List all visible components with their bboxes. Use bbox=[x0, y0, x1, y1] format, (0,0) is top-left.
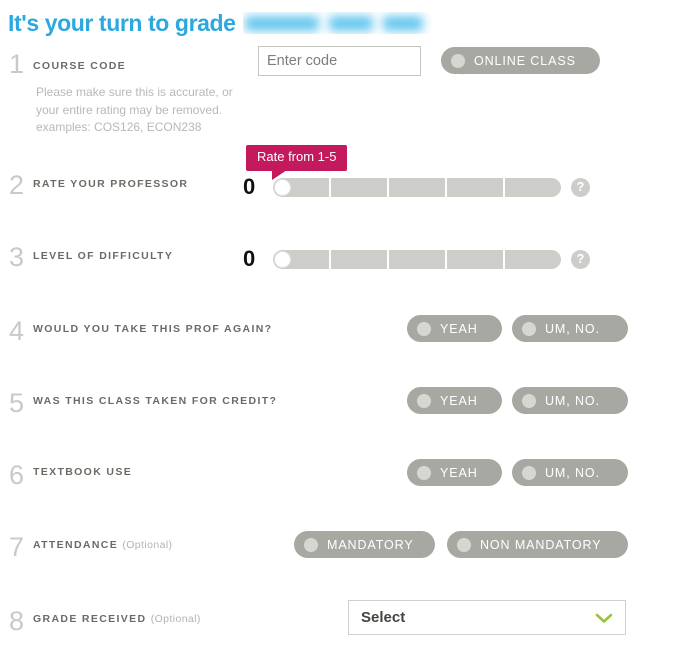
online-class-radio-dot bbox=[451, 53, 465, 68]
slider-segment[interactable] bbox=[505, 178, 561, 197]
option-label: MANDATORY bbox=[327, 537, 414, 552]
radio-dot bbox=[304, 537, 318, 552]
taken-for-credit-option-yeah[interactable]: YEAH bbox=[407, 387, 502, 414]
grade-received-select[interactable]: Select bbox=[348, 600, 626, 635]
option-label: UM, NO. bbox=[545, 465, 600, 480]
label-attendance: ATTENDANCE (Optional) bbox=[33, 539, 172, 551]
step-number-6: 6 bbox=[9, 460, 25, 490]
level-of-difficulty-value: 0 bbox=[243, 246, 256, 271]
label-course-code: COURSE CODE bbox=[33, 60, 127, 72]
slider-segment[interactable] bbox=[505, 250, 561, 269]
option-label: YEAH bbox=[440, 321, 478, 336]
step-number-7: 7 bbox=[9, 532, 25, 562]
slider-segment[interactable] bbox=[447, 178, 505, 197]
radio-dot bbox=[457, 537, 471, 552]
attendance-option-mandatory[interactable]: MANDATORY bbox=[294, 531, 435, 558]
taken-for-credit-option-no[interactable]: UM, NO. bbox=[512, 387, 628, 414]
take-prof-again-option-no[interactable]: UM, NO. bbox=[512, 315, 628, 342]
step-number-8: 8 bbox=[9, 606, 25, 636]
level-of-difficulty-slider-handle[interactable] bbox=[274, 251, 291, 268]
step-number-2: 2 bbox=[9, 170, 25, 200]
label-attendance-text: ATTENDANCE bbox=[33, 539, 119, 551]
online-class-label: ONLINE CLASS bbox=[474, 53, 576, 68]
option-label: NON MANDATORY bbox=[480, 537, 602, 552]
page-header: It's your turn to grade bbox=[8, 6, 688, 40]
take-prof-again-option-yeah[interactable]: YEAH bbox=[407, 315, 502, 342]
rate-professor-slider-handle[interactable] bbox=[274, 179, 291, 196]
option-label: YEAH bbox=[440, 465, 478, 480]
course-code-input[interactable] bbox=[259, 47, 462, 75]
radio-dot bbox=[417, 393, 431, 408]
slider-segment[interactable] bbox=[447, 250, 505, 269]
step-number-4: 4 bbox=[9, 316, 25, 346]
page-title: It's your turn to grade bbox=[8, 9, 236, 36]
step-number-3: 3 bbox=[9, 242, 25, 272]
label-grade-received-optional: (Optional) bbox=[150, 613, 201, 625]
radio-dot bbox=[417, 465, 431, 480]
rate-tooltip: Rate from 1-5 bbox=[246, 145, 348, 180]
label-taken-for-credit: WAS THIS CLASS TAKEN FOR CREDIT? bbox=[33, 395, 278, 407]
textbook-use-option-yeah[interactable]: YEAH bbox=[407, 459, 502, 486]
rate-professor-slider[interactable] bbox=[273, 178, 561, 197]
label-level-of-difficulty: LEVEL OF DIFFICULTY bbox=[33, 250, 174, 262]
course-code-helper-text: Please make sure this is accurate, or yo… bbox=[36, 85, 233, 134]
rate-professor-value: 0 bbox=[243, 174, 256, 199]
radio-dot bbox=[522, 321, 536, 336]
label-attendance-optional: (Optional) bbox=[122, 539, 173, 551]
grade-received-value: Select bbox=[361, 609, 406, 626]
label-grade-received: GRADE RECEIVED (Optional) bbox=[33, 613, 201, 625]
slider-segment[interactable] bbox=[331, 250, 389, 269]
label-textbook-use: TEXTBOOK USE bbox=[33, 466, 133, 478]
rate-professor-help-icon[interactable]: ? bbox=[571, 178, 590, 197]
step-number-1: 1 bbox=[9, 49, 25, 79]
level-of-difficulty-slider[interactable] bbox=[273, 250, 561, 269]
label-grade-received-text: GRADE RECEIVED bbox=[33, 613, 147, 625]
textbook-use-option-no[interactable]: UM, NO. bbox=[512, 459, 628, 486]
option-label: UM, NO. bbox=[545, 393, 600, 408]
step-number-5: 5 bbox=[9, 388, 25, 418]
redacted-professor-name bbox=[243, 12, 433, 34]
online-class-toggle[interactable]: ONLINE CLASS bbox=[441, 47, 600, 74]
attendance-option-non-mandatory[interactable]: NON MANDATORY bbox=[447, 531, 628, 558]
slider-segment[interactable] bbox=[331, 178, 389, 197]
rating-form-page: It's your turn to grade 1 COURSE CODE Pl… bbox=[0, 0, 700, 659]
chevron-down-icon[interactable] bbox=[595, 612, 613, 624]
label-take-prof-again: WOULD YOU TAKE THIS PROF AGAIN? bbox=[33, 323, 273, 335]
option-label: YEAH bbox=[440, 393, 478, 408]
slider-segment[interactable] bbox=[389, 178, 447, 197]
label-rate-professor: RATE YOUR PROFESSOR bbox=[33, 178, 189, 190]
radio-dot bbox=[522, 465, 536, 480]
level-of-difficulty-help-icon[interactable]: ? bbox=[571, 250, 590, 269]
radio-dot bbox=[417, 321, 431, 336]
slider-segment[interactable] bbox=[389, 250, 447, 269]
option-label: UM, NO. bbox=[545, 321, 600, 336]
radio-dot bbox=[522, 393, 536, 408]
course-code-input-wrap[interactable] bbox=[258, 46, 479, 76]
